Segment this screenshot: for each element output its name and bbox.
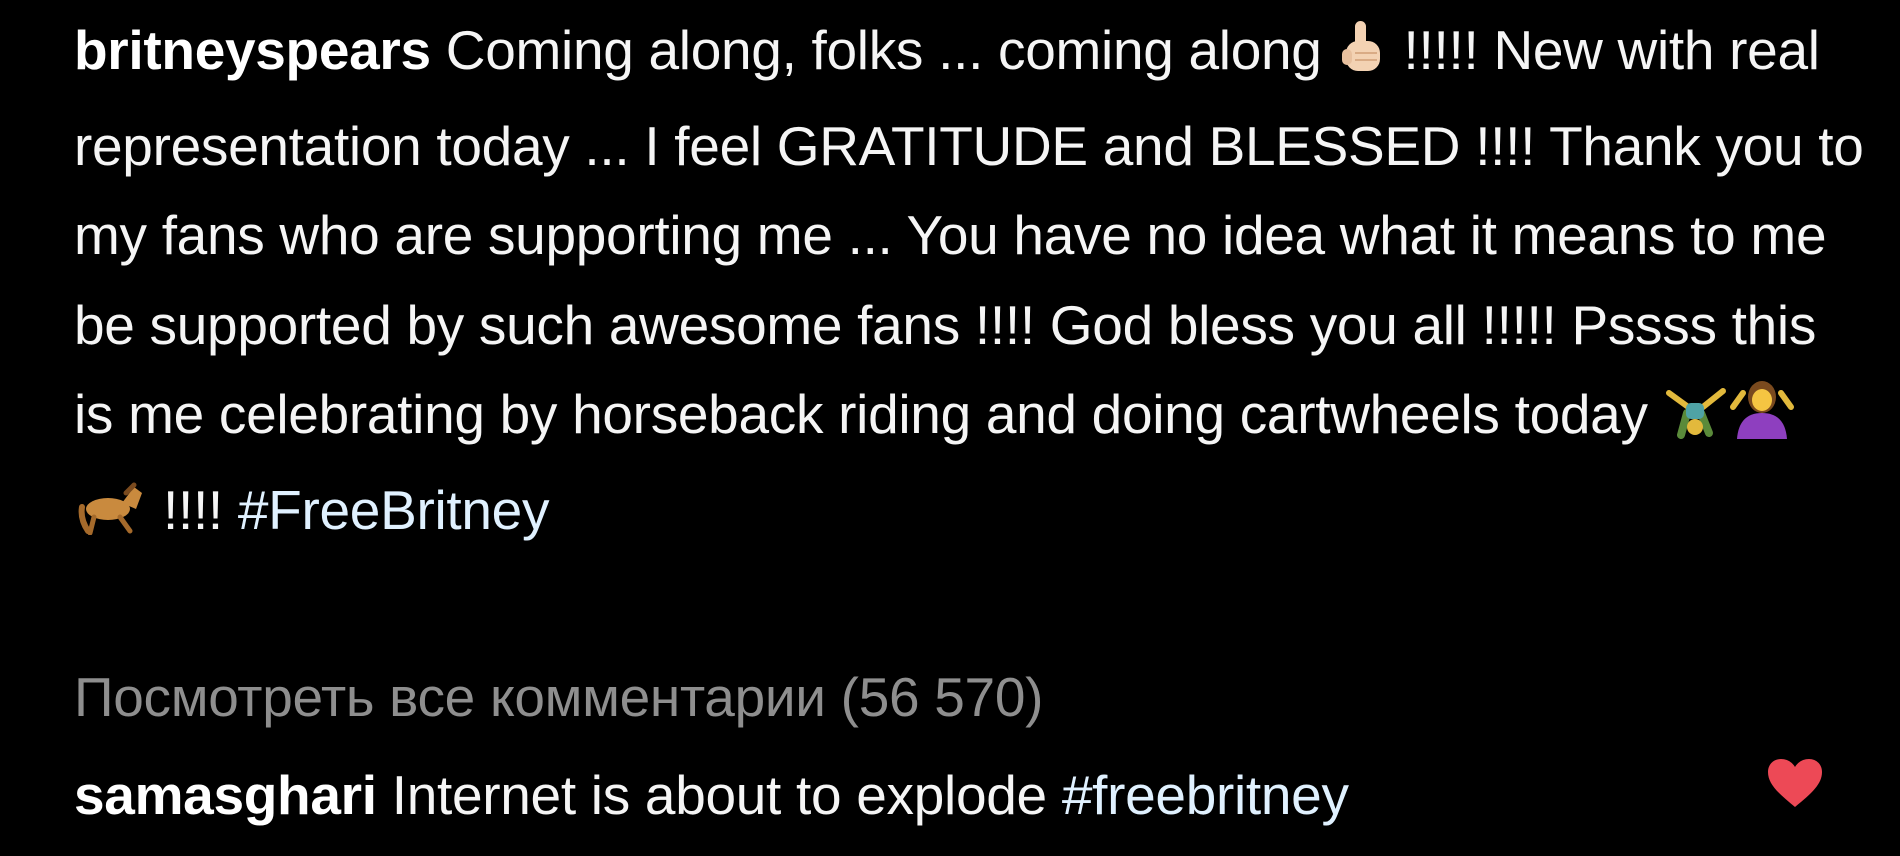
caption-text-2: !!!!! New with real representation today…	[74, 19, 1864, 445]
post-caption: britneyspears Coming along, folks ... co…	[74, 6, 1864, 561]
like-heart-icon[interactable]	[1766, 757, 1824, 809]
hashtag-link[interactable]: #FreeBritney	[238, 479, 550, 541]
person-cartwheeling-icon	[1663, 376, 1729, 466]
comment-row: samasghari Internet is about to explode …	[74, 758, 1349, 832]
pointing-up-hand-icon	[1337, 12, 1389, 102]
horse-icon	[74, 472, 148, 562]
comment-hashtag-link[interactable]: #freebritney	[1062, 764, 1349, 826]
instagram-post-caption-view: britneyspears Coming along, folks ... co…	[0, 0, 1900, 856]
view-all-comments-link[interactable]: Посмотреть все комментарии (56 570)	[74, 662, 1043, 732]
woman-shrugging-icon	[1729, 376, 1795, 466]
caption-text-3: !!!!	[148, 478, 238, 541]
comment-text: Internet is about to explode	[376, 764, 1062, 826]
post-author-username[interactable]: britneyspears	[74, 19, 431, 81]
comment-author-username[interactable]: samasghari	[74, 764, 377, 826]
caption-text: Coming along, folks ... coming along	[430, 19, 1337, 81]
